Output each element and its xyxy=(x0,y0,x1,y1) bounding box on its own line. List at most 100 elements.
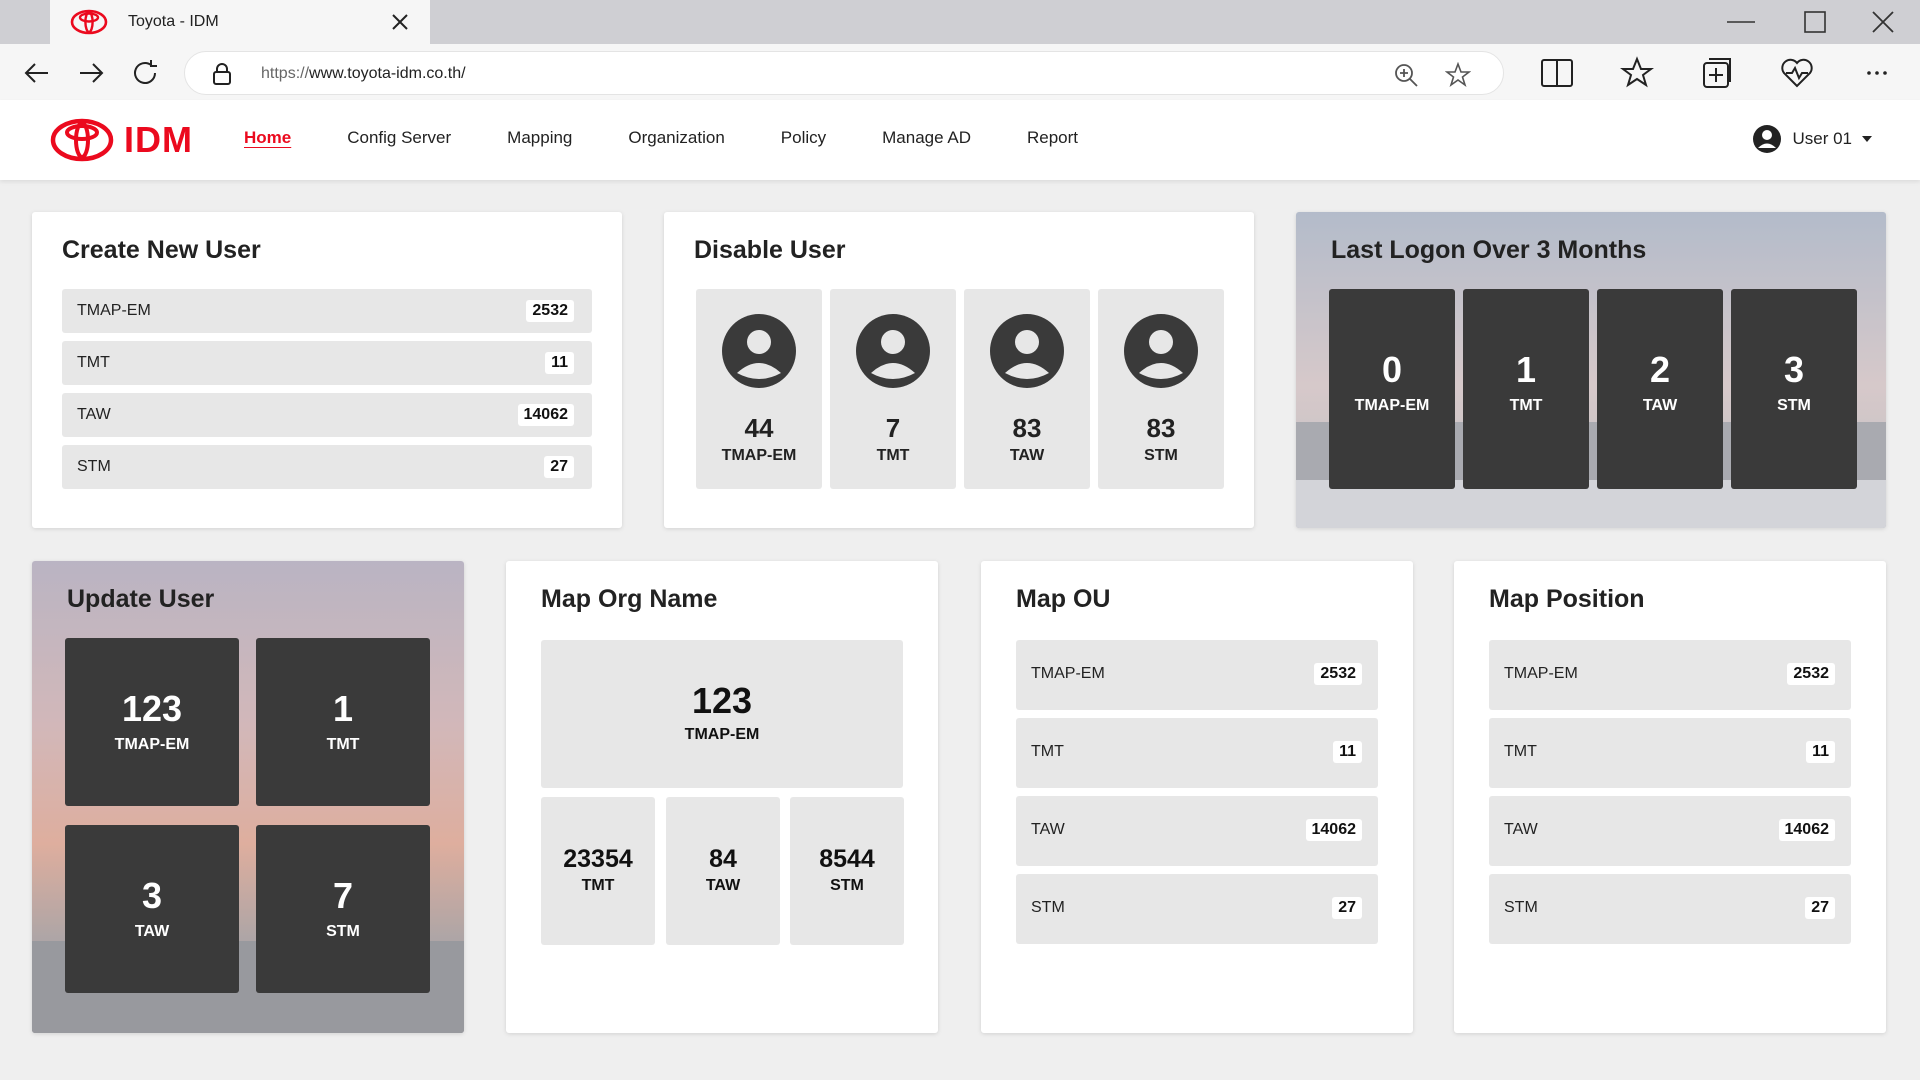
tile-label: TAW xyxy=(1009,447,1045,464)
minimize-icon[interactable] xyxy=(1727,10,1755,34)
nav-config-server[interactable]: Config Server xyxy=(347,128,451,148)
last-logon-tile[interactable]: 1 TMT xyxy=(1463,289,1589,489)
more-icon[interactable] xyxy=(1860,56,1894,90)
card-title: Create New User xyxy=(62,236,261,264)
row-value: 11 xyxy=(1333,741,1362,763)
tile-label: STM xyxy=(326,923,360,940)
row-value: 27 xyxy=(1332,897,1362,919)
update-user-card[interactable]: Update User 123 TMAP-EM 1 TMT 3 TAW 7 ST… xyxy=(32,561,464,1033)
split-screen-icon[interactable] xyxy=(1540,56,1574,90)
disable-user-tile[interactable]: 44 TMAP-EM xyxy=(696,289,822,489)
row-label: TMAP-EM xyxy=(1504,665,1578,682)
list-item[interactable]: TAW 14062 xyxy=(1016,796,1378,866)
list-item[interactable]: TAW 14062 xyxy=(1489,796,1851,866)
tile-label: TMAP-EM xyxy=(721,447,797,464)
tile-value: 123 xyxy=(121,688,183,729)
main-nav: Home Config Server Mapping Organization … xyxy=(244,128,1134,148)
list-item[interactable]: STM 27 xyxy=(1016,874,1378,944)
tile-value: 3 xyxy=(1783,349,1805,390)
tile-value: 44 xyxy=(744,413,774,443)
map-position-card[interactable]: Map Position TMAP-EM 2532 TMT 11 TAW 140… xyxy=(1454,561,1886,1033)
disable-user-tile[interactable]: 7 TMT xyxy=(830,289,956,489)
update-user-tile[interactable]: 3 TAW xyxy=(65,825,239,993)
tile-label: TMT xyxy=(581,877,615,894)
user-menu[interactable]: User 01 xyxy=(1752,124,1872,154)
refresh-icon[interactable] xyxy=(130,58,160,88)
list-item[interactable]: TMAP-EM 2532 xyxy=(1016,640,1378,710)
nav-mapping[interactable]: Mapping xyxy=(507,128,572,148)
list-item[interactable]: TMT 11 xyxy=(1016,718,1378,788)
tile-value: 123 xyxy=(691,680,753,721)
row-label: STM xyxy=(1031,899,1065,916)
map-org-main-tile[interactable]: 123 TMAP-EM xyxy=(541,640,903,788)
tile-value: 2 xyxy=(1649,349,1671,390)
browser-tab[interactable]: Toyota - IDM xyxy=(50,0,430,44)
tile-value: 1 xyxy=(1515,349,1537,390)
last-logon-card[interactable]: Last Logon Over 3 Months 0 TMAP-EM 1 TMT… xyxy=(1296,212,1886,528)
forward-icon[interactable] xyxy=(76,58,106,88)
tile-label: TMAP-EM xyxy=(684,726,760,743)
user-avatar-icon xyxy=(1124,314,1198,388)
row-label: TMAP-EM xyxy=(77,302,151,319)
card-title: Map OU xyxy=(1016,585,1111,613)
url-field[interactable]: https://www.toyota-idm.co.th/ xyxy=(184,51,1504,95)
row-value: 27 xyxy=(544,456,574,478)
list-item[interactable]: TMT 11 xyxy=(1489,718,1851,788)
update-user-tile[interactable]: 123 TMAP-EM xyxy=(65,638,239,806)
tile-value: 1 xyxy=(332,688,354,729)
zoom-icon[interactable] xyxy=(1393,62,1419,88)
update-user-tile[interactable]: 7 STM xyxy=(256,825,430,993)
disable-user-tile[interactable]: 83 TAW xyxy=(964,289,1090,489)
create-new-user-card[interactable]: Create New User TMAP-EM 2532 TMT 11 TAW … xyxy=(32,212,622,528)
star-icon[interactable] xyxy=(1445,62,1471,88)
disable-user-tile[interactable]: 83 STM xyxy=(1098,289,1224,489)
back-icon[interactable] xyxy=(22,58,52,88)
last-logon-tile[interactable]: 3 STM xyxy=(1731,289,1857,489)
list-item[interactable]: TMAP-EM 2532 xyxy=(62,289,592,333)
close-icon[interactable] xyxy=(390,12,410,32)
tile-label: STM xyxy=(1777,397,1811,414)
map-org-tile[interactable]: 8544 STM xyxy=(790,797,904,945)
row-value: 2532 xyxy=(526,300,574,322)
list-item[interactable]: STM 27 xyxy=(62,445,592,489)
brand[interactable]: IDM xyxy=(50,118,193,162)
list-item[interactable]: TAW 14062 xyxy=(62,393,592,437)
maximize-icon[interactable] xyxy=(1801,10,1829,34)
user-avatar-icon xyxy=(856,314,930,388)
list-item[interactable]: TMAP-EM 2532 xyxy=(1489,640,1851,710)
row-value: 2532 xyxy=(1314,663,1362,685)
browser-tab-bar: Toyota - IDM xyxy=(0,0,1920,44)
nav-policy[interactable]: Policy xyxy=(781,128,826,148)
update-user-tile[interactable]: 1 TMT xyxy=(256,638,430,806)
card-title: Map Org Name xyxy=(541,585,718,613)
map-org-tile[interactable]: 23354 TMT xyxy=(541,797,655,945)
tile-value: 3 xyxy=(141,875,163,916)
row-label: TAW xyxy=(1031,821,1065,838)
tile-label: TAW xyxy=(1642,397,1678,414)
list-item[interactable]: TMT 11 xyxy=(62,341,592,385)
lock-icon xyxy=(213,63,231,85)
tile-value: 0 xyxy=(1381,349,1403,390)
collections-icon[interactable] xyxy=(1700,56,1734,90)
row-label: STM xyxy=(77,458,111,475)
last-logon-tile[interactable]: 0 TMAP-EM xyxy=(1329,289,1455,489)
map-org-tile[interactable]: 84 TAW xyxy=(666,797,780,945)
nav-home[interactable]: Home xyxy=(244,128,291,148)
health-icon[interactable] xyxy=(1780,56,1814,90)
app-header: IDM Home Config Server Mapping Organizat… xyxy=(0,100,1920,180)
browser-address-bar: https://www.toyota-idm.co.th/ xyxy=(0,44,1920,100)
favorites-icon[interactable] xyxy=(1620,56,1654,90)
brand-name: IDM xyxy=(124,119,193,160)
map-org-name-card[interactable]: Map Org Name 123 TMAP-EM 23354 TMT 84 TA… xyxy=(506,561,938,1033)
map-ou-card[interactable]: Map OU TMAP-EM 2532 TMT 11 TAW 14062 STM… xyxy=(981,561,1413,1033)
list-item[interactable]: STM 27 xyxy=(1489,874,1851,944)
disable-user-card[interactable]: Disable User 44 TMAP-EM 7 TMT 83 TAW 83 … xyxy=(664,212,1254,528)
close-icon[interactable] xyxy=(1869,10,1897,34)
nav-organization[interactable]: Organization xyxy=(628,128,724,148)
tile-label: TMT xyxy=(876,447,910,464)
nav-report[interactable]: Report xyxy=(1027,128,1078,148)
tile-label: STM xyxy=(1144,447,1178,464)
nav-manage-ad[interactable]: Manage AD xyxy=(882,128,971,148)
toyota-logo-icon xyxy=(50,118,114,162)
last-logon-tile[interactable]: 2 TAW xyxy=(1597,289,1723,489)
